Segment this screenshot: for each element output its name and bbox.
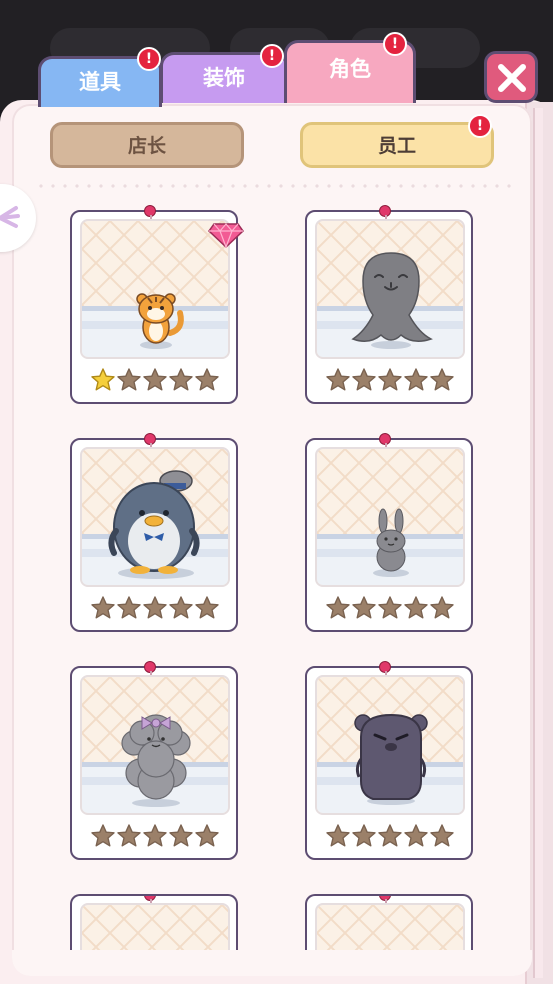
star-empty-icon bbox=[143, 824, 167, 847]
card-scene bbox=[315, 219, 465, 359]
subtab-staff[interactable]: 员工 bbox=[300, 122, 494, 168]
card-scene bbox=[315, 447, 465, 587]
page-bottom-mask bbox=[12, 950, 532, 976]
character-card-penguin[interactable] bbox=[70, 433, 238, 632]
star-empty-icon bbox=[117, 824, 141, 847]
star-empty-icon bbox=[404, 596, 428, 619]
character-card-tiger[interactable] bbox=[70, 205, 244, 404]
book-page-edge-inner bbox=[533, 108, 543, 978]
subtab-staff-label: 员工 bbox=[377, 135, 416, 157]
subtab-manager-label: 店长 bbox=[127, 135, 166, 157]
star-empty-icon bbox=[143, 368, 167, 391]
seal-character-icon bbox=[351, 252, 433, 349]
star-empty-icon bbox=[169, 824, 193, 847]
star-empty-icon bbox=[326, 368, 350, 391]
star-empty-icon bbox=[352, 596, 376, 619]
star-empty-icon bbox=[117, 368, 141, 391]
close-button[interactable] bbox=[484, 51, 538, 103]
character-card-poodle[interactable] bbox=[70, 661, 238, 860]
card-scene bbox=[80, 903, 230, 950]
star-empty-icon bbox=[352, 368, 376, 391]
star-empty-icon bbox=[430, 596, 454, 619]
card-scene bbox=[80, 447, 230, 587]
star-empty-icon bbox=[91, 824, 115, 847]
star-empty-icon bbox=[195, 596, 219, 619]
character-card-partial[interactable] bbox=[70, 894, 238, 950]
star-empty-icon bbox=[195, 824, 219, 847]
star-empty-icon bbox=[430, 368, 454, 391]
star-rating bbox=[90, 595, 220, 621]
star-empty-icon bbox=[404, 368, 428, 391]
star-empty-icon bbox=[169, 368, 193, 391]
poodle-character-icon bbox=[121, 714, 191, 807]
card-scene bbox=[80, 675, 230, 815]
tab-characters-alert-badge: ! bbox=[383, 32, 407, 56]
star-empty-icon bbox=[326, 596, 350, 619]
star-empty-icon bbox=[352, 824, 376, 847]
character-card-bear[interactable] bbox=[305, 661, 473, 860]
character-card-partial[interactable] bbox=[305, 894, 473, 950]
star-empty-icon bbox=[404, 824, 428, 847]
close-x-icon bbox=[498, 64, 526, 92]
character-card-rabbit[interactable] bbox=[305, 433, 473, 632]
star-filled-icon bbox=[91, 368, 115, 391]
star-rating bbox=[90, 367, 220, 393]
star-rating bbox=[325, 595, 455, 621]
subtab-staff-alert-badge: ! bbox=[468, 114, 492, 138]
star-rating bbox=[90, 823, 220, 849]
star-empty-icon bbox=[169, 596, 193, 619]
tab-items-alert-badge: ! bbox=[137, 47, 161, 71]
penguin-character-icon bbox=[108, 470, 200, 579]
star-empty-icon bbox=[195, 368, 219, 391]
subtab-manager[interactable]: 店长 bbox=[50, 122, 244, 168]
star-rating bbox=[325, 823, 455, 849]
dotted-divider bbox=[35, 184, 515, 188]
character-card-seal[interactable] bbox=[305, 205, 473, 404]
card-scene bbox=[315, 903, 465, 950]
gem-icon bbox=[208, 223, 244, 248]
star-empty-icon bbox=[143, 596, 167, 619]
star-empty-icon bbox=[430, 824, 454, 847]
side-fan-icon[interactable] bbox=[0, 184, 36, 252]
tab-decorations-alert-badge: ! bbox=[260, 44, 284, 68]
star-empty-icon bbox=[326, 824, 350, 847]
bear-character-icon bbox=[354, 713, 428, 805]
star-rating bbox=[325, 367, 455, 393]
star-empty-icon bbox=[378, 596, 402, 619]
star-empty-icon bbox=[91, 596, 115, 619]
rabbit-character-icon bbox=[373, 508, 409, 577]
card-scene bbox=[315, 675, 465, 815]
star-empty-icon bbox=[378, 368, 402, 391]
star-empty-icon bbox=[378, 824, 402, 847]
star-empty-icon bbox=[117, 596, 141, 619]
